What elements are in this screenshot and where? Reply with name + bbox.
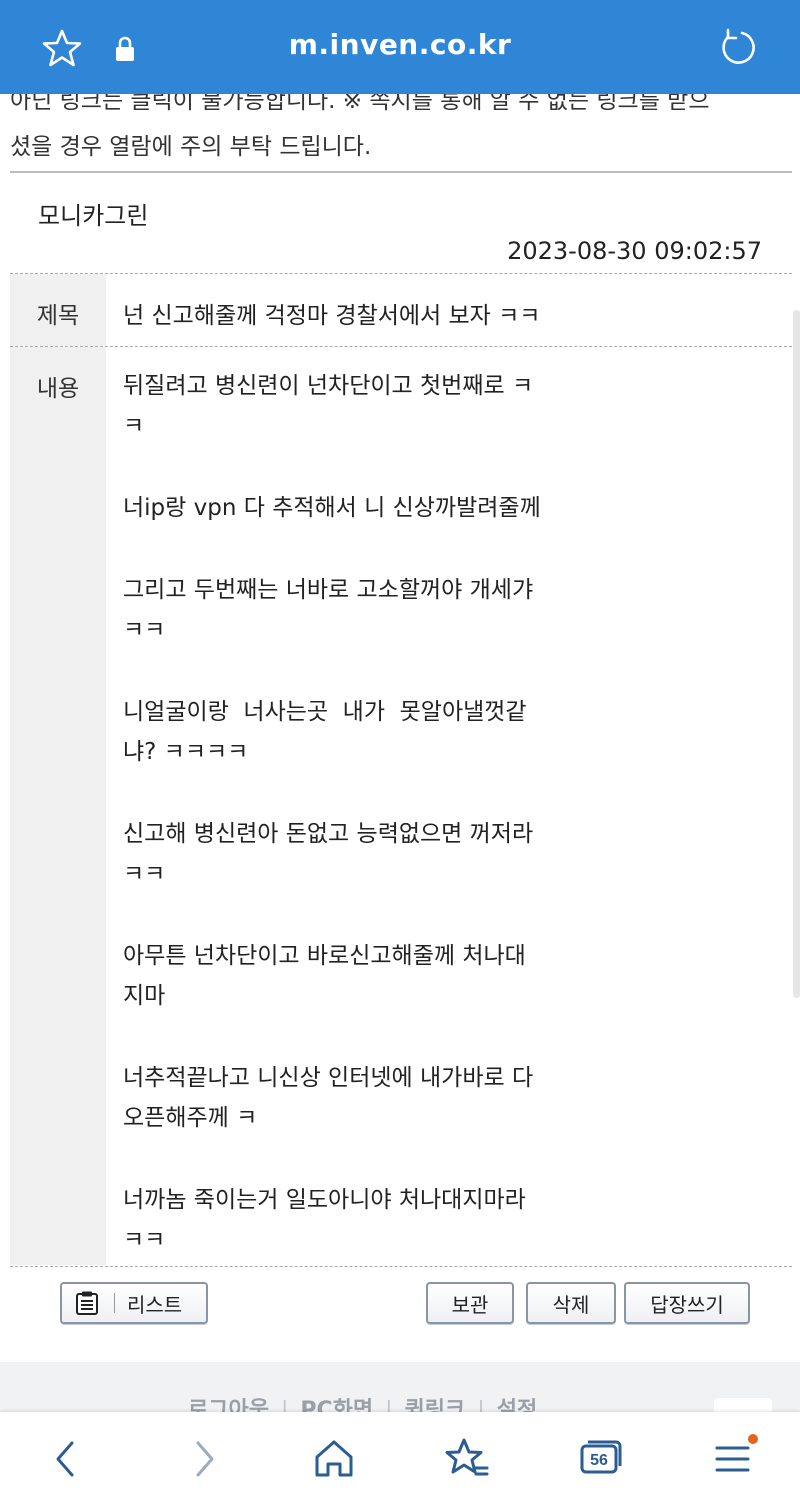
clipboard-icon — [76, 1291, 98, 1315]
delete-button[interactable]: 삭제 — [526, 1282, 616, 1324]
content-label: 내용 — [36, 376, 80, 402]
content-paragraph: 그리고 두번째는 너바로 고소할꺼야 개세갸 ㅋㅋ — [123, 577, 534, 643]
menu-icon[interactable] — [708, 1434, 758, 1484]
tabs-count: 56 — [590, 1452, 608, 1469]
browser-address-bar: m.inven.co.kr — [0, 0, 800, 94]
content-paragraph: 니얼굴이랑 너사는곳 내가 못알아낼껏같 냐? ㅋㅋㅋㅋ — [123, 699, 527, 765]
content-paragraph: 너까놈 죽이는거 일도아니야 처나대지마라 ㅋㅋ — [123, 1187, 526, 1253]
content-paragraph: 너ip랑 vpn 다 추적해서 니 신상까발려줄께 — [123, 495, 541, 521]
message-subject: 넌 신고해줄께 걱정마 경찰서에서 보자 ㅋㅋ — [123, 303, 541, 329]
notification-dot-icon — [748, 1434, 758, 1444]
reload-icon[interactable] — [718, 27, 758, 67]
divider — [10, 1266, 792, 1267]
divider — [10, 171, 792, 173]
content-paragraph: 너추적끝나고 니신상 인터넷에 내가바로 다 오픈해주께 ㅋ — [123, 1065, 534, 1131]
home-icon[interactable] — [309, 1434, 359, 1484]
tabs-icon[interactable]: 56 — [575, 1434, 625, 1484]
subject-label: 제목 — [36, 303, 80, 329]
keep-button[interactable]: 보관 — [426, 1282, 514, 1324]
list-button-label: 리스트 — [127, 1292, 183, 1317]
message-date: 2023-08-30 09:02:57 — [507, 237, 762, 265]
sender-name[interactable]: 모니카그린 — [38, 196, 148, 231]
scrollbar[interactable] — [793, 310, 800, 998]
reply-button[interactable]: 답장쓰기 — [624, 1282, 750, 1324]
content-paragraph: 신고해 병신련아 돈없고 능력없으면 꺼저라 ㅋㅋ — [123, 821, 534, 887]
divider — [10, 273, 792, 274]
list-button[interactable]: 리스트 — [60, 1282, 208, 1324]
url-text[interactable]: m.inven.co.kr — [0, 28, 800, 61]
content-paragraph: 뒤질려고 병신련이 넌차단이고 첫번째로 ㅋ ㅋ — [123, 373, 534, 439]
notice-line: 셨을 경우 열람에 주의 부탁 드립니다. — [10, 134, 372, 160]
browser-bottom-nav: 56 — [0, 1412, 800, 1505]
content-label-cell — [10, 347, 106, 1265]
back-arrow-icon[interactable] — [42, 1434, 92, 1484]
content-paragraph: 아무튼 넌차단이고 바로신고해줄께 처나대 지마 — [123, 943, 526, 1009]
forward-arrow-icon[interactable] — [178, 1434, 228, 1484]
message-content: 뒤질려고 병신련이 넌차단이고 첫번째로 ㅋ ㅋ 너ip랑 vpn 다 추적해서… — [123, 366, 603, 1302]
divider — [10, 346, 792, 347]
bookmarks-icon[interactable] — [442, 1434, 492, 1484]
separator — [114, 1293, 115, 1313]
